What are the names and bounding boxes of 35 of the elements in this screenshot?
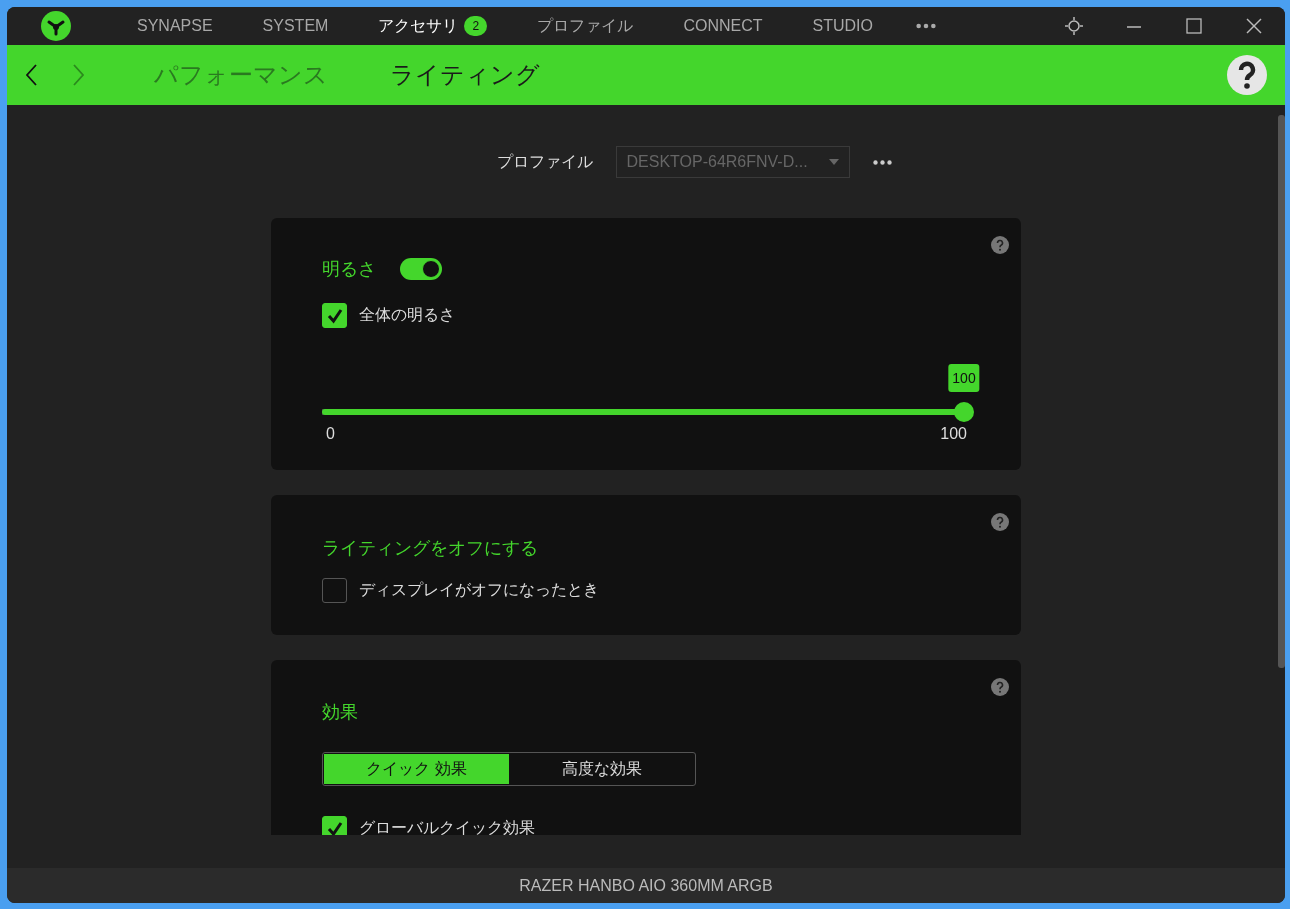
nav-tab[interactable]: SYNAPSE	[137, 17, 213, 35]
device-name: RAZER HANBO AIO 360MM ARGB	[519, 876, 773, 895]
value-tooltip: 100	[948, 364, 980, 392]
logo-icon[interactable]	[40, 10, 72, 42]
caret-icon	[828, 159, 839, 165]
maximize-icon[interactable]	[1184, 16, 1204, 36]
section-title: 明るさ	[322, 258, 376, 281]
section-title: ライティングをオフにする	[322, 537, 538, 560]
toggle-switch[interactable]	[400, 258, 442, 280]
section-title: 効果	[322, 701, 358, 724]
help-icon[interactable]	[1227, 55, 1267, 95]
min-label: 0	[326, 425, 335, 443]
checkbox[interactable]	[322, 578, 347, 603]
more-icon[interactable]	[871, 158, 893, 166]
brightness-icon[interactable]	[1064, 16, 1084, 36]
nav-tab[interactable]: STUDIO	[812, 17, 873, 35]
more-icon[interactable]	[914, 22, 937, 30]
close-icon[interactable]	[1244, 16, 1264, 36]
nav-tab[interactable]: SYSTEM	[262, 17, 329, 35]
profile-label: プロファイル	[496, 151, 593, 172]
nav-tab[interactable]: CONNECT	[683, 17, 763, 35]
checkbox-label: ディスプレイがオフになったとき	[359, 580, 599, 600]
scrollbar[interactable]	[1278, 115, 1285, 668]
checkbox-label: グローバルクイック効果	[359, 818, 535, 835]
checkbox-label: 全体の明るさ	[359, 305, 455, 325]
max-label: 100	[940, 425, 967, 443]
nav-tab[interactable]: プロファイル	[537, 15, 634, 37]
checkbox[interactable]	[322, 816, 347, 835]
segment-tab[interactable]: 高度な効果	[509, 754, 694, 784]
segment-tab[interactable]: クイック 効果	[324, 754, 509, 784]
sub-tab[interactable]: ライティング	[390, 59, 540, 91]
nav-tab[interactable]: アクセサリ	[378, 15, 459, 37]
back-icon[interactable]	[24, 63, 40, 87]
count-badge: 2	[464, 16, 488, 36]
checkbox[interactable]	[322, 303, 347, 328]
